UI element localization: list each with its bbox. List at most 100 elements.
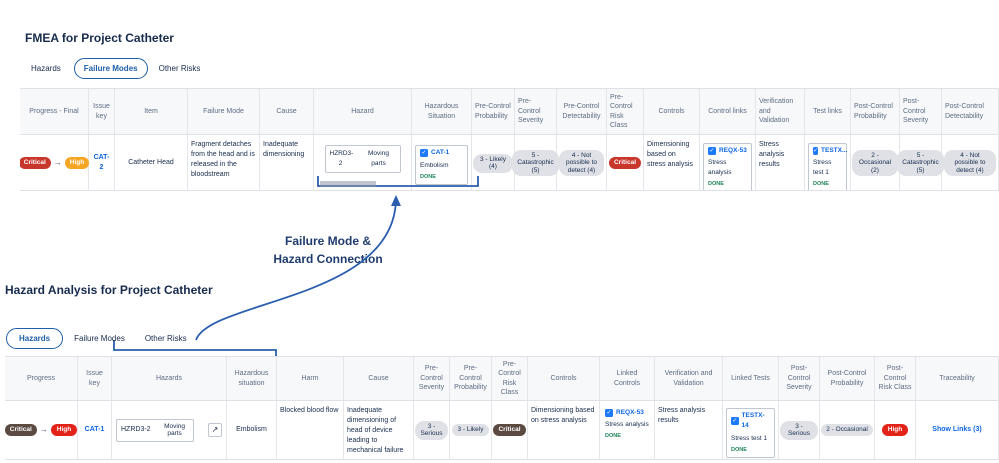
status-badge-critical: Critical — [20, 157, 51, 169]
ha-tab-failure-modes[interactable]: Failure Modes — [65, 329, 134, 348]
issue-key-link[interactable]: CAT-2 — [92, 153, 111, 173]
ha-header-row: Progress Issue key Hazards Hazardous sit… — [5, 357, 999, 401]
linked-control-card[interactable]: ✓ REQX-53 Stress analysis DONE — [603, 408, 651, 441]
test-link-key[interactable]: TESTX... — [821, 146, 847, 156]
hazard-cell: HZRD3-2 Moving parts — [314, 135, 412, 190]
fmea-tab-other-risks[interactable]: Other Risks — [150, 59, 210, 78]
ha-col-pre-probability: Pre-Control Probability — [450, 357, 492, 400]
progress-cell: Critical → High — [20, 135, 90, 190]
linked-test-card[interactable]: ✓ TESTX-14 Stress test 1 DONE — [726, 408, 775, 458]
issue-key-cell: CAT-1 — [78, 401, 112, 459]
ha-col-progress: Progress — [5, 357, 78, 400]
fmea-col-post-detectability: Post-Control Detectability — [942, 89, 999, 134]
status-badge-high: High — [64, 157, 90, 169]
fmea-col-issue-key: Issue key — [89, 89, 115, 134]
fmea-col-failure-mode: Failure Mode — [188, 89, 260, 134]
ha-col-harm: Harm — [277, 357, 344, 400]
control-link-key[interactable]: REQX-53 — [719, 146, 747, 156]
control-link-name: Stress analysis — [708, 159, 732, 176]
ha-col-hazardous-situation: Hazardous situation — [227, 357, 277, 400]
verification-cell: Stress analysis results — [756, 135, 805, 190]
ha-col-issue-key: Issue key — [78, 357, 112, 400]
ha-tabs: Hazards Failure Modes Other Risks — [6, 328, 196, 349]
post-severity-pill: 5 - Catastrophic (5) — [897, 149, 944, 177]
pre-detectability-cell: 4 - Not possible to detect (4) — [557, 135, 607, 190]
arrow-right-icon: → — [53, 158, 62, 167]
situation-name: Embolism — [420, 162, 449, 169]
status-done: DONE — [813, 181, 829, 187]
risk-class-badge: High — [881, 424, 909, 436]
post-risk-class-cell: High — [875, 401, 916, 459]
control-link-card[interactable]: ✓ REQX-53 Stress analysis DONE — [703, 143, 752, 190]
pre-severity-pill: 5 - Catastrophic (5) — [512, 149, 559, 177]
fmea-col-hazardous-situation: Hazardous Situation — [412, 89, 472, 134]
post-probability-cell: 2 - Occasional — [820, 401, 875, 459]
fmea-col-pre-severity: Pre-Control Severity — [515, 89, 557, 134]
ha-col-linked-controls: Linked Controls — [600, 357, 655, 400]
linked-control-key[interactable]: REQX-53 — [616, 408, 644, 418]
post-probability-pill: 2 - Occasional (2) — [852, 149, 898, 177]
controls-cell: Dimensioning based on stress analysis — [644, 135, 700, 190]
status-done: DONE — [420, 174, 436, 180]
issue-key-cell: CAT-2 — [89, 135, 115, 190]
linked-test-name: Stress test 1 — [731, 435, 768, 442]
ha-table: Progress Issue key Hazards Hazardous sit… — [5, 356, 999, 460]
ha-tab-other-risks[interactable]: Other Risks — [136, 329, 196, 348]
ha-col-linked-tests: Linked Tests — [723, 357, 779, 400]
situation-key[interactable]: CAT-1 — [431, 148, 449, 158]
hazard-card[interactable]: HZRD3-2 Moving parts — [116, 418, 194, 442]
fmea-col-post-probability: Post-Control Probability — [851, 89, 900, 134]
fmea-tab-hazards[interactable]: Hazards — [22, 59, 70, 78]
linked-controls-cell: ✓ REQX-53 Stress analysis DONE — [600, 401, 655, 459]
checkbox-icon: ✓ — [813, 147, 819, 155]
pre-probability-cell: 3 - Likely (4) — [472, 135, 515, 190]
linked-test-key[interactable]: TESTX-14 — [742, 411, 770, 431]
hazards-cell: HZRD3-2 Moving parts ↗ — [112, 401, 227, 459]
post-severity-pill: 3 - Serious — [780, 420, 818, 440]
post-detectability-pill: 4 - Not possible to detect (4) — [944, 149, 996, 177]
item-cell: Catheter Head — [115, 135, 188, 190]
harm-cell: Blocked blood flow — [277, 401, 344, 459]
checkbox-icon: ✓ — [420, 149, 428, 157]
hazard-card[interactable]: HZRD3-2 Moving parts — [324, 145, 401, 173]
ha-tab-hazards[interactable]: Hazards — [6, 328, 64, 349]
test-link-card[interactable]: ✓ TESTX... Stress test 1 DONE — [808, 143, 847, 190]
fmea-col-control-links: Control links — [700, 89, 756, 134]
test-link-name: Stress test 1 — [813, 159, 832, 176]
status-done: DONE — [605, 433, 621, 439]
checkbox-icon: ✓ — [708, 147, 716, 155]
pre-severity-cell: 5 - Catastrophic (5) — [512, 135, 559, 190]
show-links-link[interactable]: Show Links (3) — [932, 425, 981, 435]
ha-title: Hazard Analysis for Project Catheter — [5, 283, 213, 297]
table-row: Critical → High CAT-1 HZRD3-2 Moving par… — [5, 401, 999, 459]
situation-card[interactable]: ✓ CAT-1 Embolism DONE — [415, 145, 468, 185]
hazard-name: Moving parts — [368, 150, 389, 167]
pre-risk-class-cell: Critical — [492, 401, 528, 459]
issue-key-link[interactable]: CAT-1 — [85, 425, 105, 435]
risk-class-badge: Critical — [608, 157, 642, 169]
pre-probability-pill: 3 - Likely (4) — [473, 153, 513, 173]
controls-cell: Dimensioning based on stress analysis — [528, 401, 600, 459]
pre-detectability-pill: 4 - Not possible to detect (4) — [559, 149, 604, 177]
progress-cell: Critical → High — [5, 401, 78, 459]
fmea-tabs: Hazards Failure Modes Other Risks — [22, 58, 209, 79]
pre-risk-class-cell: Critical — [607, 135, 644, 190]
fmea-col-pre-risk-class: Pre-Control Risk Class — [607, 89, 644, 134]
linked-tests-cell: ✓ TESTX-14 Stress test 1 DONE — [723, 401, 779, 459]
pre-probability-pill: 3 - Likely — [452, 424, 489, 436]
status-done: DONE — [708, 181, 724, 187]
open-external-icon[interactable]: ↗ — [208, 423, 222, 437]
fmea-col-pre-probability: Pre-Control Probability — [472, 89, 515, 134]
risk-class-badge: Critical — [493, 424, 526, 436]
cause-cell: Inadequate dimensioning of head of devic… — [344, 401, 414, 459]
ha-col-hazards: Hazards — [112, 357, 227, 400]
ha-col-controls: Controls — [528, 357, 600, 400]
pre-severity-cell: 3 - Serious — [414, 401, 450, 459]
ha-col-pre-risk-class: Pre-Control Risk Class — [492, 357, 528, 400]
traceability-cell: Show Links (3) — [916, 401, 999, 459]
fmea-tab-failure-modes[interactable]: Failure Modes — [73, 58, 148, 79]
post-probability-cell: 2 - Occasional (2) — [851, 135, 900, 190]
ha-col-post-severity: Post-Control Severity — [779, 357, 820, 400]
status-badge-critical: Critical — [5, 424, 37, 436]
hazard-key: HZRD3-2 — [329, 150, 354, 167]
